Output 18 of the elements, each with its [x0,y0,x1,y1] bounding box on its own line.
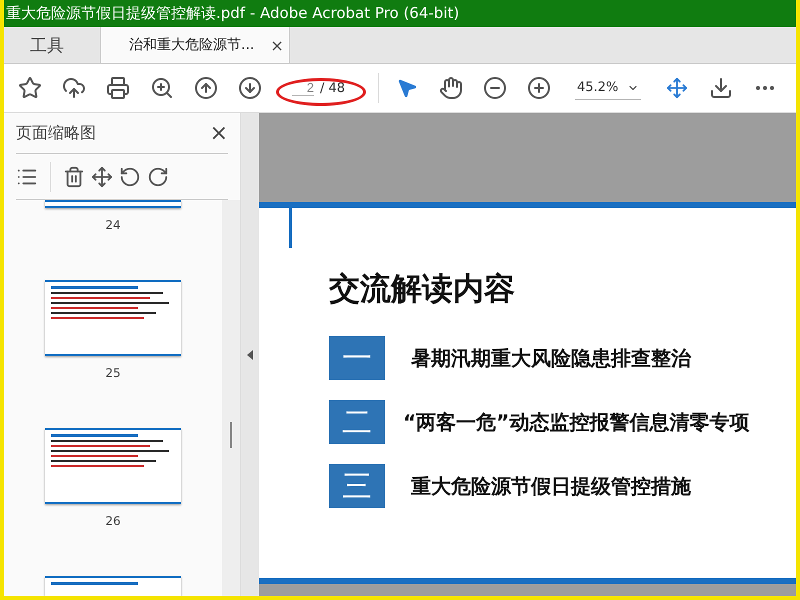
number-label: 二 [329,400,385,444]
slide-item: 暑期汛期重大风险隐患排查整治 [411,344,691,372]
close-icon[interactable]: × [210,120,228,146]
page-number: 24 [105,218,121,232]
close-icon[interactable]: × [270,36,284,54]
page-number-field[interactable]: 2 [292,80,314,96]
page-number: 25 [105,366,121,380]
slide-title: 交流解读内容 [329,270,516,309]
panel-title: 页面缩略图 [16,122,96,144]
number-label: 一 [329,336,385,380]
slide-item: “两客一危”动态监控报警信息清零专项 [403,408,750,436]
document-tab[interactable]: 治和重大危险源节... × [101,27,290,63]
window-title: 重大危险源节假日提级管控解读.pdf - Adobe Acrobat Pro (64-bit) [4,0,796,27]
zoom-dropdown[interactable]: 45.2% [575,76,641,100]
page-number: 26 [105,514,121,528]
number-label: 三 [329,464,385,508]
page-total: / 48 [320,80,346,96]
slide-item: 重大危险源节假日提级管控措施 [411,472,691,500]
